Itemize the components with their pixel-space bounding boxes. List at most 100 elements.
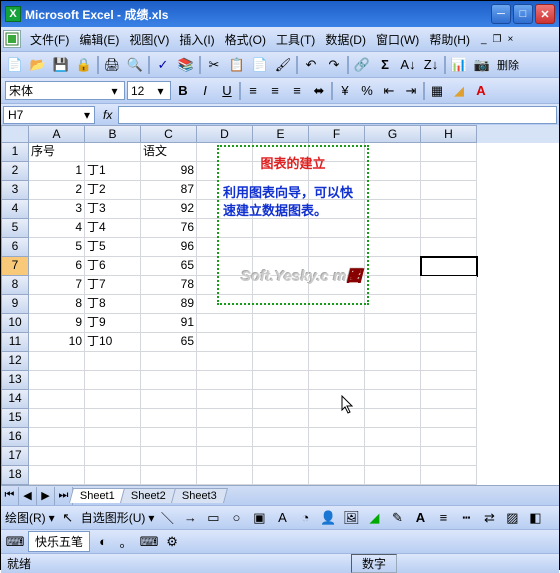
row-header[interactable]: 6 bbox=[1, 238, 29, 257]
cell[interactable] bbox=[29, 352, 85, 371]
row-header[interactable]: 17 bbox=[1, 447, 29, 466]
undo-icon[interactable]: ↶ bbox=[301, 55, 321, 75]
cell[interactable] bbox=[197, 295, 253, 314]
menu-format[interactable]: 格式(O) bbox=[220, 29, 271, 50]
cell[interactable]: 丁10 bbox=[85, 333, 141, 352]
wordart-icon[interactable]: A bbox=[272, 508, 292, 528]
cell[interactable] bbox=[421, 143, 477, 162]
cell[interactable] bbox=[421, 257, 477, 276]
cell[interactable] bbox=[365, 200, 421, 219]
cell[interactable] bbox=[85, 428, 141, 447]
cell[interactable]: 序号 bbox=[29, 143, 85, 162]
column-header[interactable]: A bbox=[29, 125, 85, 143]
cell[interactable] bbox=[309, 314, 365, 333]
picture-icon[interactable]: 🖼 bbox=[341, 508, 361, 528]
row-header[interactable]: 15 bbox=[1, 409, 29, 428]
paste-icon[interactable]: 📄 bbox=[250, 55, 270, 75]
cell[interactable] bbox=[197, 200, 253, 219]
cell[interactable] bbox=[197, 276, 253, 295]
borders-icon[interactable]: ▦ bbox=[427, 81, 447, 101]
cell[interactable] bbox=[85, 390, 141, 409]
cell[interactable] bbox=[29, 371, 85, 390]
cell[interactable]: 65 bbox=[141, 257, 197, 276]
cell[interactable] bbox=[309, 162, 365, 181]
cell[interactable] bbox=[309, 390, 365, 409]
cell[interactable] bbox=[421, 162, 477, 181]
maximize-button[interactable]: □ bbox=[513, 4, 533, 24]
textbox-icon[interactable]: ▣ bbox=[249, 508, 269, 528]
font-color-icon[interactable]: A bbox=[471, 81, 491, 101]
cell[interactable] bbox=[421, 200, 477, 219]
menu-tools[interactable]: 工具(T) bbox=[271, 29, 320, 50]
font-size-combo[interactable]: 12 ▾ bbox=[127, 81, 171, 100]
cell[interactable] bbox=[253, 219, 309, 238]
cell[interactable] bbox=[253, 390, 309, 409]
ime-keyboard-icon[interactable]: ⌨ bbox=[5, 532, 25, 552]
arrow-icon[interactable]: → bbox=[180, 508, 200, 528]
row-header[interactable]: 5 bbox=[1, 219, 29, 238]
cell[interactable] bbox=[421, 219, 477, 238]
cell[interactable]: 9 bbox=[29, 314, 85, 333]
cell[interactable]: 丁6 bbox=[85, 257, 141, 276]
cell[interactable] bbox=[29, 447, 85, 466]
permission-icon[interactable]: 🔒 bbox=[74, 55, 94, 75]
cell[interactable]: 丁7 bbox=[85, 276, 141, 295]
doc-minimize-button[interactable]: _ bbox=[481, 34, 487, 45]
doc-close-button[interactable]: × bbox=[508, 34, 514, 45]
cell[interactable]: 2 bbox=[29, 181, 85, 200]
cell[interactable] bbox=[253, 314, 309, 333]
minimize-button[interactable]: ─ bbox=[491, 4, 511, 24]
cell[interactable] bbox=[421, 295, 477, 314]
cell[interactable] bbox=[421, 390, 477, 409]
cell[interactable] bbox=[141, 352, 197, 371]
cell[interactable] bbox=[365, 276, 421, 295]
copy-icon[interactable]: 📋 bbox=[227, 55, 247, 75]
sheet-tab-2[interactable]: Sheet2 bbox=[120, 488, 177, 503]
cell[interactable]: 96 bbox=[141, 238, 197, 257]
menu-help[interactable]: 帮助(H) bbox=[424, 29, 475, 50]
fx-icon[interactable]: fx bbox=[97, 108, 118, 122]
cell[interactable] bbox=[85, 352, 141, 371]
diagram-icon[interactable]: ◔ bbox=[295, 508, 315, 528]
cell[interactable] bbox=[141, 371, 197, 390]
cell[interactable] bbox=[365, 143, 421, 162]
cell[interactable] bbox=[309, 276, 365, 295]
cell[interactable]: 丁2 bbox=[85, 181, 141, 200]
open-icon[interactable]: 📂 bbox=[28, 55, 48, 75]
cell[interactable] bbox=[197, 238, 253, 257]
cell[interactable] bbox=[421, 333, 477, 352]
cell[interactable] bbox=[309, 371, 365, 390]
cell[interactable] bbox=[197, 257, 253, 276]
cell[interactable] bbox=[421, 428, 477, 447]
tab-nav-first-icon[interactable]: ⏮ bbox=[1, 487, 19, 505]
ime-name[interactable]: 快乐五笔 bbox=[28, 531, 90, 552]
ime-punct-icon[interactable]: 。 bbox=[116, 532, 136, 552]
cell[interactable] bbox=[365, 447, 421, 466]
cell[interactable]: 5 bbox=[29, 238, 85, 257]
cell[interactable] bbox=[421, 447, 477, 466]
cell[interactable] bbox=[365, 409, 421, 428]
cell[interactable] bbox=[85, 409, 141, 428]
cell[interactable]: 91 bbox=[141, 314, 197, 333]
cell[interactable]: 78 bbox=[141, 276, 197, 295]
align-left-icon[interactable]: ≡ bbox=[243, 81, 263, 101]
fill-color-icon[interactable]: ◢ bbox=[449, 81, 469, 101]
cell[interactable] bbox=[141, 409, 197, 428]
select-arrow-icon[interactable]: ↖ bbox=[58, 508, 78, 528]
cell[interactable] bbox=[253, 276, 309, 295]
cell[interactable] bbox=[85, 143, 141, 162]
preview-icon[interactable]: 🔍 bbox=[125, 55, 145, 75]
delete-label[interactable]: 删除 bbox=[495, 55, 521, 75]
sheet-tab-3[interactable]: Sheet3 bbox=[171, 488, 228, 503]
cell[interactable]: 87 bbox=[141, 181, 197, 200]
cell[interactable]: 丁5 bbox=[85, 238, 141, 257]
fill-icon[interactable]: ◢ bbox=[364, 508, 384, 528]
cell[interactable]: 丁8 bbox=[85, 295, 141, 314]
row-header[interactable]: 12 bbox=[1, 352, 29, 371]
cell[interactable] bbox=[197, 409, 253, 428]
row-header[interactable]: 18 bbox=[1, 466, 29, 485]
menu-edit[interactable]: 编辑(E) bbox=[74, 29, 124, 50]
doc-control-icon[interactable] bbox=[3, 30, 21, 48]
cell[interactable] bbox=[141, 466, 197, 485]
tab-nav-prev-icon[interactable]: ◀ bbox=[19, 487, 37, 505]
